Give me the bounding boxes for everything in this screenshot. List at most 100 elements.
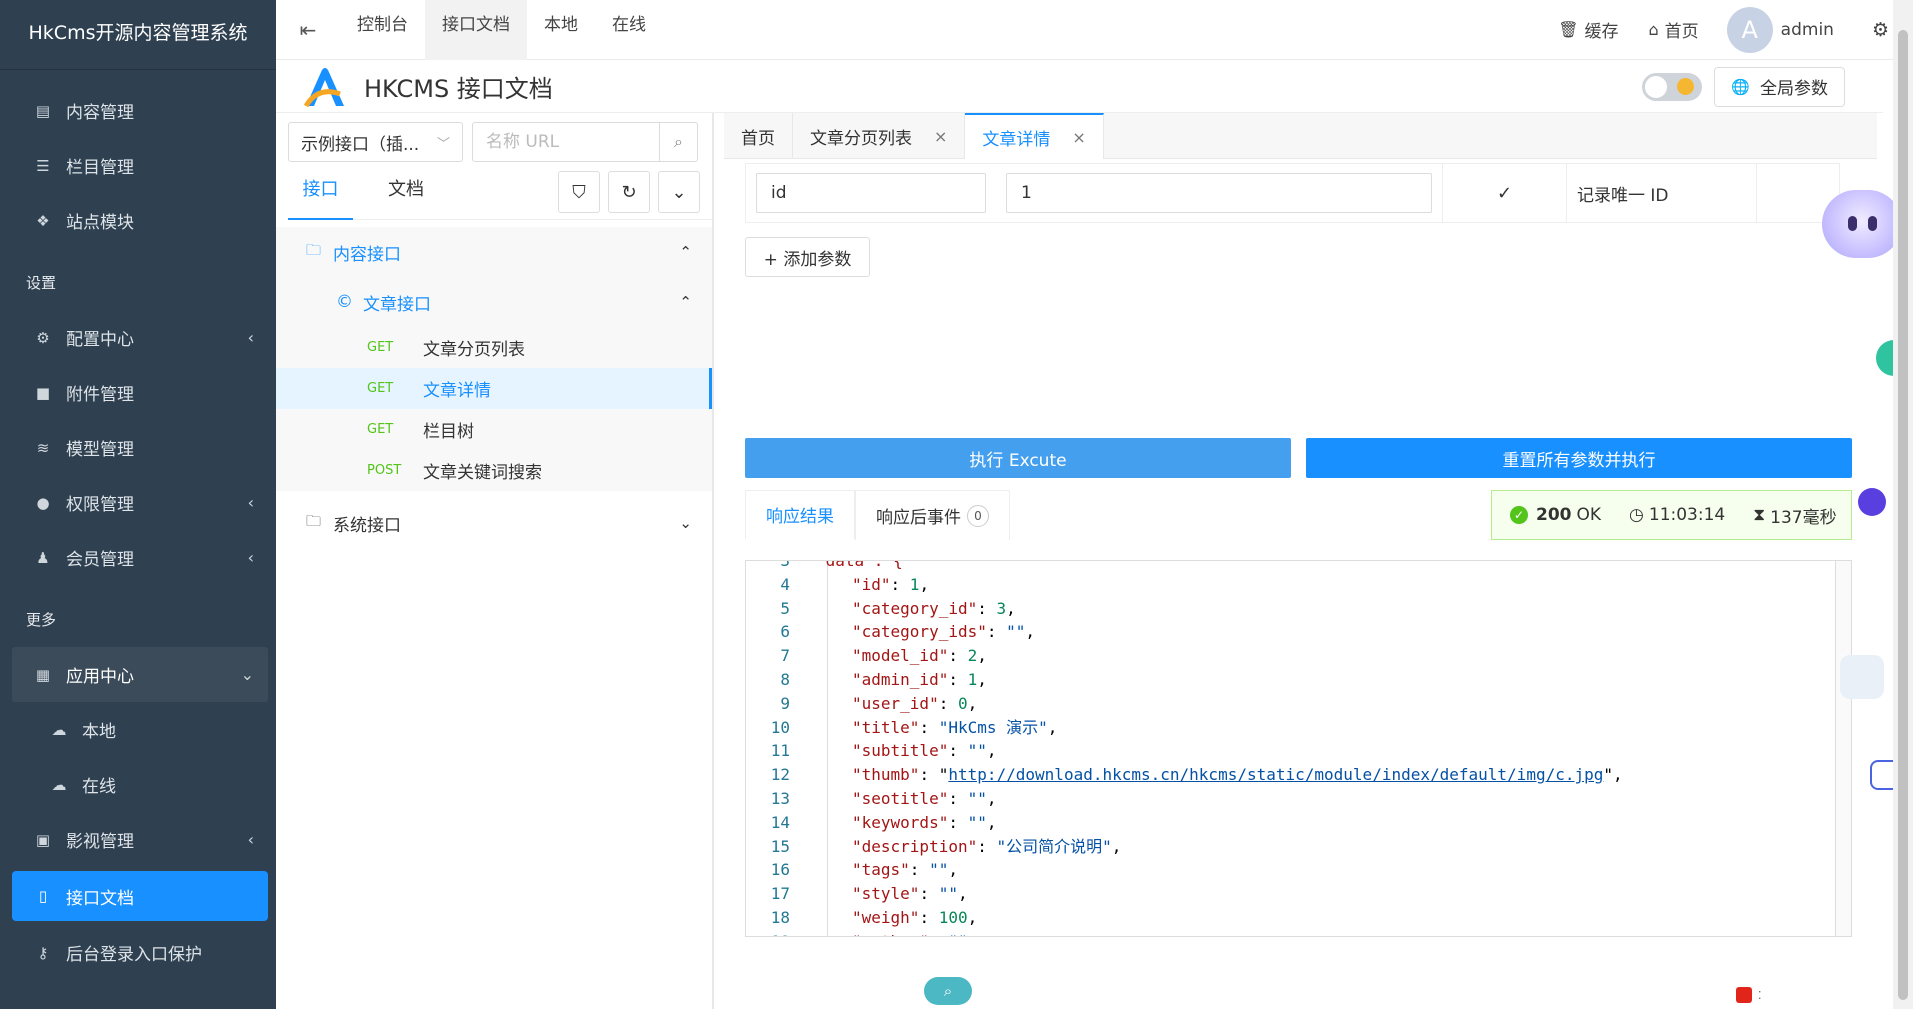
nav-local[interactable]: 本地 — [527, 0, 595, 60]
code-line: 13 "seotitle": "", — [746, 787, 1851, 811]
bot-eye — [1868, 216, 1877, 231]
sidebar-item-api-docs[interactable]: ▯ 接口文档 — [12, 871, 268, 921]
tab-api[interactable]: 接口 — [288, 165, 353, 220]
menu-collapse-icon[interactable]: ⇤ — [276, 18, 340, 42]
tab-article-list[interactable]: 文章分页列表 × — [793, 113, 966, 159]
api-tree-pane: 示例接口（插...﹀ ⌕ 接口 文档 ⛉ ↻ ⌄ 🗀内容接口⌃ ©文章接口⌃ G… — [276, 113, 714, 1009]
line-number: 10 — [770, 717, 790, 737]
user-name[interactable]: admin — [1781, 20, 1834, 40]
nav-dashboard[interactable]: 控制台 — [340, 0, 425, 60]
response-duration: 137毫秒 — [1770, 507, 1837, 528]
refresh-icon[interactable]: ↻ — [608, 171, 650, 213]
sidebar-item-film[interactable]: ▣ 影视管理 ‹ — [0, 812, 276, 867]
tab-response-result[interactable]: 响应结果 — [745, 490, 855, 540]
code-line: 3 "data": { — [746, 560, 1851, 573]
api-item[interactable]: GET 文章详情 — [276, 368, 712, 409]
sidebar-item-members[interactable]: ♟ 会员管理 ‹ — [0, 530, 276, 585]
folder-system-api[interactable]: 🗀 系统接口 ⌄ — [276, 498, 712, 548]
toggle-knob — [1645, 75, 1668, 98]
search-icon[interactable]: ⌕ — [659, 123, 697, 161]
tree-tools: ⛉ ↻ ⌄ — [550, 171, 700, 213]
tab-docs[interactable]: 文档 — [353, 165, 459, 220]
line-number: 11 — [770, 741, 790, 761]
api-item[interactable]: GET 文章分页列表 — [276, 327, 712, 368]
cloud-icon: ☁ — [51, 775, 67, 794]
home-link[interactable]: ⌂ 首页 — [1649, 17, 1699, 42]
global-params-button[interactable]: 🌐 全局参数 — [1714, 66, 1845, 107]
code-line: 14 "keywords": "", — [746, 811, 1851, 835]
theme-toggle[interactable] — [1642, 72, 1703, 101]
code-line: 11 "subtitle": "", — [746, 739, 1851, 763]
line-number: 12 — [770, 765, 790, 785]
cloud-download-icon: ☁ — [51, 720, 67, 739]
api-group-select[interactable]: 示例接口（插... ﹀ — [288, 122, 463, 162]
folder-content-api[interactable]: 🗀 内容接口 ⌃ — [276, 227, 712, 277]
url-search-input[interactable] — [473, 124, 659, 160]
api-item[interactable]: POST 文章关键词搜索 — [276, 450, 712, 491]
line-number: 14 — [770, 812, 790, 832]
line-number: 16 — [770, 860, 790, 880]
sidebar-item-permissions[interactable]: ● 权限管理 ‹ — [0, 475, 276, 530]
nav-online[interactable]: 在线 — [595, 0, 663, 60]
scrollbar-thumb[interactable] — [1898, 30, 1908, 1000]
page-scrollbar[interactable] — [1893, 0, 1913, 1009]
tab-response-events[interactable]: 响应后事件 0 — [855, 490, 1010, 540]
param-value-field[interactable]: 1 — [1006, 173, 1432, 213]
clear-cache-button[interactable]: 🗑 缓存 — [1558, 17, 1618, 42]
sidebar-item-site-module[interactable]: ❖ 站点模块 — [0, 193, 276, 248]
code-text: "thumb": "http://download.hkcms.cn/hkcms… — [852, 765, 1623, 785]
sidebar-item-app-center[interactable]: ▦ 应用中心 ⌄ — [12, 647, 268, 702]
document-icon: ▤ — [35, 101, 51, 120]
gear-icon[interactable]: ⚙ — [1872, 19, 1889, 41]
assistant-bot-icon[interactable] — [1822, 190, 1902, 258]
tree-tabs: 接口 文档 ⛉ ↻ ⌄ — [288, 165, 712, 220]
sidebar-item-attachments[interactable]: ■ 附件管理 — [0, 365, 276, 420]
dots-icon[interactable]: ⁚ — [1758, 989, 1762, 1002]
clock-icon: ◷ — [1629, 505, 1644, 525]
sidebar-item-content[interactable]: ▤ 内容管理 — [0, 83, 276, 138]
folder-article-api[interactable]: © 文章接口 ⌃ — [276, 277, 712, 327]
collapse-icon[interactable]: ⌄ — [658, 171, 700, 213]
close-icon[interactable]: × — [1072, 128, 1085, 147]
add-param-button[interactable]: + 添加参数 — [745, 237, 870, 277]
brand-title[interactable]: HkCms开源内容管理系统 — [0, 0, 276, 70]
sidebar-item-category[interactable]: ☰ 栏目管理 — [0, 138, 276, 193]
events-count-badge: 0 — [967, 504, 989, 527]
code-line: 6 "category_ids": "", — [746, 620, 1851, 644]
sogou-icon[interactable] — [1736, 987, 1752, 1003]
tab-home[interactable]: 首页 — [724, 113, 793, 159]
chevron-left-icon: ‹ — [247, 328, 254, 347]
code-text: "user_id": 0, — [852, 693, 978, 713]
code-lines: 3 "data": {4 "id": 1, 5 "category_id": 3, 6 "c… — [746, 560, 1851, 936]
chevron-down-icon: ﹀ — [436, 136, 450, 152]
sidebar-item-config[interactable]: ⚙ 配置中心 ‹ — [0, 310, 276, 365]
film-icon: ▣ — [35, 830, 51, 849]
reset-execute-button[interactable]: 重置所有参数并执行 — [1306, 438, 1852, 478]
close-icon[interactable]: × — [934, 127, 947, 146]
sidebar-item-local[interactable]: ☁ 本地 — [0, 702, 276, 757]
home-icon: ⌂ — [1648, 20, 1659, 39]
sogou-toolbar[interactable]: ⁚ — [1736, 985, 1770, 1005]
nav-api-docs[interactable]: 接口文档 — [425, 0, 527, 60]
translate-widget-icon[interactable] — [1840, 655, 1884, 699]
chat-icon[interactable] — [1858, 488, 1886, 516]
line-number: 15 — [770, 836, 790, 856]
tab-article-detail[interactable]: 文章详情 × — [965, 113, 1104, 159]
api-item[interactable]: GET 栏目树 — [276, 409, 712, 450]
logo-icon — [303, 67, 344, 107]
folder-icon: 🗀 — [306, 511, 322, 530]
code-text: "id": 1, — [852, 574, 930, 594]
sidebar-item-models[interactable]: ≋ 模型管理 — [0, 420, 276, 475]
grid-icon: ▦ — [35, 665, 51, 684]
execute-button[interactable]: 执行 Excute — [745, 438, 1291, 478]
search-icon[interactable]: ⌕ — [924, 977, 972, 1005]
sidebar-item-login-protect[interactable]: ⚷ 后台登录入口保护 — [0, 925, 276, 980]
param-required-check[interactable]: ✓ — [1442, 164, 1566, 222]
code-text: "data": { — [816, 560, 903, 570]
response-code-viewer[interactable]: 3 "data": {4 "id": 1, 5 "category_id": 3, 6 "c… — [745, 560, 1852, 937]
sidebar-item-online[interactable]: ☁ 在线 — [0, 757, 276, 812]
param-name-field[interactable]: id — [756, 173, 986, 213]
tag-icon[interactable]: ⛉ — [558, 171, 600, 213]
line-number: 17 — [770, 884, 790, 904]
avatar[interactable]: A — [1726, 6, 1773, 53]
